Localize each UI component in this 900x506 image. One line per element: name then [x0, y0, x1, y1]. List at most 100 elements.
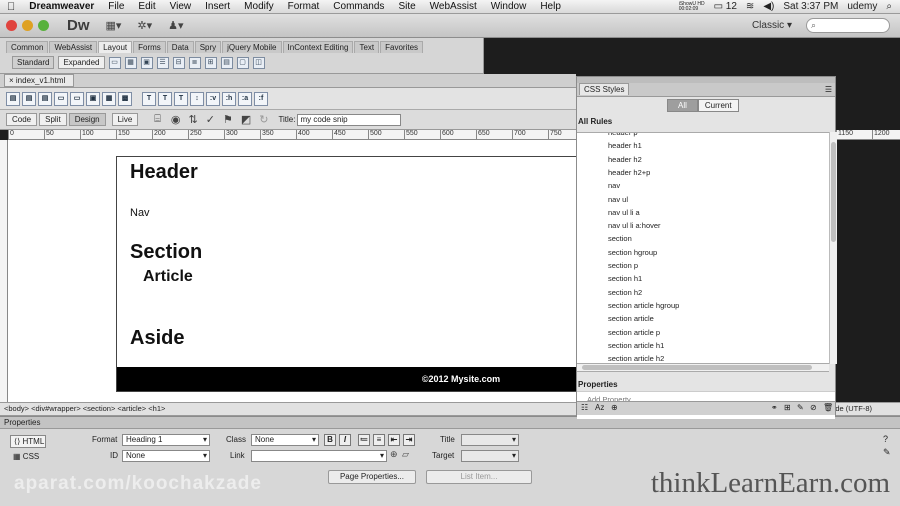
style-icon-7[interactable]: ▦ [102, 91, 116, 106]
multiscreen-icon[interactable]: ⌸ [154, 113, 161, 126]
text-style-icon-3[interactable]: T [174, 91, 188, 106]
rules-list[interactable]: header p header h1 header h2 header h2+p nav… [577, 132, 829, 364]
panel-menu-icon[interactable]: ☰ [825, 85, 832, 94]
css-rule-item[interactable]: header h2+p [608, 168, 650, 177]
insert-collapsible-icon[interactable]: ⊞ [204, 56, 217, 69]
workspace-switcher[interactable]: Classic ▾ [752, 20, 792, 31]
current-mode-button[interactable]: Current [697, 99, 739, 112]
close-window-icon[interactable] [6, 20, 17, 31]
menu-commands[interactable]: Commands [326, 1, 391, 12]
document-tab[interactable]: × index_v1.html [4, 74, 75, 87]
code-view-button[interactable]: Code [6, 113, 38, 126]
list-item-button[interactable]: List Item... [426, 470, 532, 484]
battery-icon[interactable]: ▭ 12 [714, 1, 737, 12]
style-icon-3[interactable]: ▤ [38, 91, 52, 106]
menu-insert[interactable]: Insert [198, 1, 237, 12]
standard-mode-button[interactable]: Standard [12, 56, 55, 69]
page-header-heading[interactable]: Header [130, 161, 198, 184]
page-article-heading[interactable]: Article [143, 268, 193, 286]
insert-iframe-icon[interactable]: ▢ [236, 56, 249, 69]
css-rule-item[interactable]: section article hgroup [608, 301, 679, 310]
unordered-list-icon[interactable]: ≔ [358, 434, 370, 446]
tab-forms[interactable]: Forms [133, 41, 166, 53]
css-rule-item[interactable]: header p [608, 133, 638, 137]
css-rule-item[interactable]: section p [608, 261, 638, 270]
menu-help[interactable]: Help [533, 1, 568, 12]
menu-window[interactable]: Window [484, 1, 534, 12]
design-canvas[interactable]: Header Nav Section Article Aside ©2012 M… [8, 140, 576, 402]
menu-edit[interactable]: Edit [131, 1, 162, 12]
css-rule-item[interactable]: section [608, 234, 632, 243]
page-section-heading[interactable]: Section [130, 241, 202, 264]
text-style-icon-2[interactable]: T [158, 91, 172, 106]
target-select[interactable] [461, 450, 519, 462]
alpha-view-icon[interactable]: Az [595, 403, 604, 412]
visual-aids-icon[interactable]: ◩ [241, 113, 251, 126]
style-icon-8[interactable]: ▩ [118, 91, 132, 106]
showhd-indicator[interactable]: iShowU HD 00:02:09 [679, 1, 705, 12]
css-rule-item[interactable]: header h2 [608, 155, 642, 164]
menu-view[interactable]: View [163, 1, 199, 12]
page-wrapper[interactable]: Header Nav Section Article Aside ©2012 M… [116, 156, 576, 392]
style-icon-5[interactable]: ▭ [70, 91, 84, 106]
clock[interactable]: Sat 3:37 PM [783, 1, 838, 12]
apple-menu-icon[interactable]:  [0, 1, 22, 13]
tag-selector[interactable]: <body> <div#wrapper> <section> <article>… [4, 404, 165, 413]
delete-rule-icon[interactable]: 🗑 [823, 403, 833, 412]
css-rule-item[interactable]: nav ul li a [608, 208, 640, 217]
style-icon-1[interactable]: ▤ [6, 91, 20, 106]
indent-icon[interactable]: ⇥ [403, 434, 415, 446]
insert-table-icon[interactable]: ▤ [220, 56, 233, 69]
outdent-icon[interactable]: ⇤ [388, 434, 400, 446]
wifi-icon[interactable]: ≋ [746, 1, 754, 12]
insert-spry-tabbed-icon[interactable]: ⊟ [172, 56, 185, 69]
rules-horizontal-scrollbar[interactable] [577, 364, 829, 372]
class-select[interactable]: None [251, 434, 319, 446]
id-select[interactable]: None [122, 450, 210, 462]
insert-ap-div-icon[interactable]: ▣ [140, 56, 153, 69]
title-field-input[interactable] [461, 434, 519, 446]
design-view-button[interactable]: Design [68, 113, 106, 126]
edit-rule-icon[interactable]: ✎ [797, 403, 804, 412]
style-icon-4[interactable]: ▭ [54, 91, 68, 106]
browse-folder-icon[interactable]: ▱ [402, 449, 409, 460]
split-view-button[interactable]: Split [39, 113, 67, 126]
css-rule-item[interactable]: section article p [608, 328, 660, 337]
set-properties-icon[interactable]: ⊕ [611, 403, 618, 412]
link-input[interactable] [251, 450, 387, 462]
css-rule-item[interactable]: section article h2 [608, 354, 664, 363]
scroll-thumb[interactable] [831, 142, 836, 242]
bold-button[interactable]: B [324, 434, 336, 446]
insert-div-icon[interactable]: ▭ [108, 56, 121, 69]
quick-tag-editor-icon[interactable]: ✎ [883, 447, 891, 458]
menu-site[interactable]: Site [391, 1, 422, 12]
tab-jquery-mobile[interactable]: jQuery Mobile [222, 41, 282, 53]
tab-spry[interactable]: Spry [194, 41, 222, 53]
insert-fluid-grid-icon[interactable]: ▦ [124, 56, 137, 69]
user-name[interactable]: udemy [847, 1, 877, 12]
disable-property-icon[interactable]: ⊘ [810, 403, 817, 412]
menu-modify[interactable]: Modify [237, 1, 280, 12]
insert-spry-menu-icon[interactable]: ☰ [156, 56, 169, 69]
rules-vertical-scrollbar[interactable] [829, 132, 837, 364]
tab-webassist[interactable]: WebAssist [49, 41, 98, 53]
title-input[interactable]: my code snip [297, 113, 402, 126]
format-select[interactable]: Heading 1 [122, 434, 210, 446]
italic-button[interactable]: I [339, 434, 351, 446]
css-rule-item[interactable]: header h1 [608, 141, 642, 150]
page-aside-heading[interactable]: Aside [130, 327, 184, 350]
minimize-window-icon[interactable] [22, 20, 33, 31]
help-icon[interactable]: ? [883, 434, 888, 444]
ordered-list-icon[interactable]: ≡ [373, 434, 385, 446]
text-style-icon-4[interactable]: ↕ [190, 91, 204, 106]
css-rule-item[interactable]: section h2 [608, 288, 642, 297]
all-mode-button[interactable]: All [667, 99, 698, 112]
preview-browser-icon[interactable]: ◉ [171, 113, 181, 126]
file-management-icon[interactable]: ⇅ [189, 113, 198, 126]
style-icon-6[interactable]: ▣ [86, 91, 100, 106]
text-style-icon-1[interactable]: T [142, 91, 156, 106]
spotlight-icon[interactable]: ⌕ [886, 1, 892, 12]
pseudo-visited-icon[interactable]: :v [206, 91, 220, 106]
new-rule-icon[interactable]: ⊞ [784, 403, 791, 412]
pseudo-focus-icon[interactable]: :f [254, 91, 268, 106]
